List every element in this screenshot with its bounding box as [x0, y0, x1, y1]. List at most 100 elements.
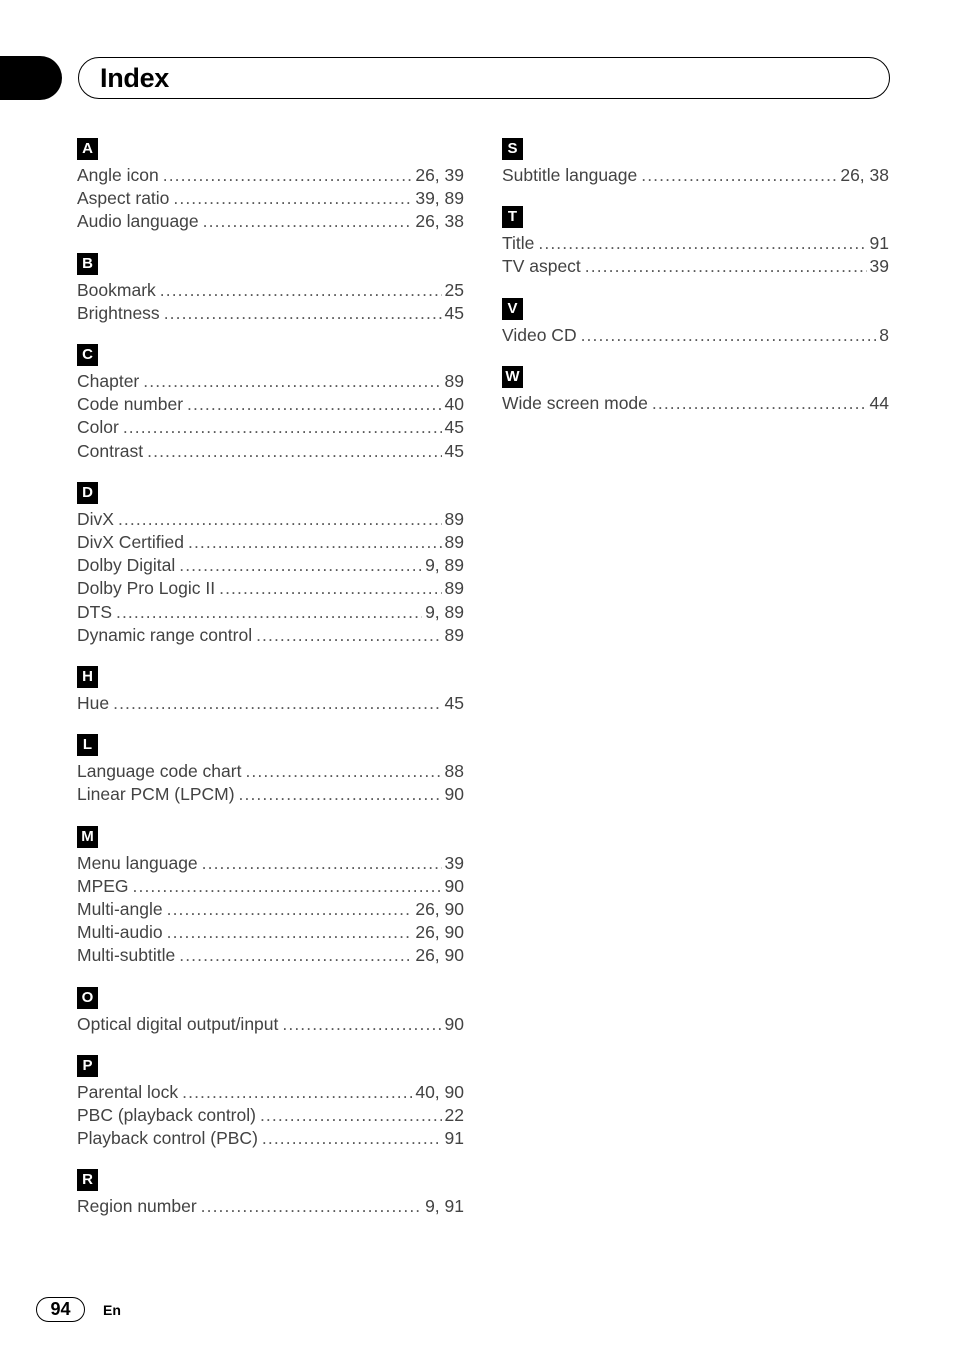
index-entry-page-number: 45: [444, 302, 464, 323]
header-black-tab: [0, 56, 62, 100]
index-section-v: V Video CD 8: [502, 297, 889, 347]
index-entry[interactable]: Multi-angle 26, 90: [77, 898, 464, 921]
index-entry[interactable]: Dolby Digital 9, 89: [77, 554, 464, 577]
dot-leader: [118, 508, 442, 526]
index-entry-label: Dynamic range control: [77, 624, 253, 645]
index-entry[interactable]: MPEG 90: [77, 875, 464, 898]
index-entry[interactable]: Chapter 89: [77, 370, 464, 393]
dot-leader: [167, 921, 413, 939]
index-entry-page-number: 26, 90: [415, 945, 464, 966]
index-section-d: D DivX 89 DivX Certified 89 Dolby Digital 9, 8…: [77, 481, 464, 647]
index-entry[interactable]: Audio language 26, 38: [77, 210, 464, 233]
index-entry-page-number: 89: [444, 508, 464, 529]
dot-leader: [245, 760, 441, 778]
index-entry[interactable]: Dynamic range control 89: [77, 624, 464, 647]
index-entry[interactable]: TV aspect 39: [502, 255, 889, 278]
letter-badge-r: R: [77, 1169, 98, 1192]
page-number: 94: [36, 1297, 85, 1322]
index-entry[interactable]: Menu language 39: [77, 852, 464, 875]
dot-leader: [262, 1127, 442, 1145]
index-entry[interactable]: Parental lock 40, 90: [77, 1081, 464, 1104]
index-entry-page-number: 26, 38: [840, 165, 889, 185]
dot-leader: [164, 302, 442, 320]
index-entry[interactable]: Brightness 45: [77, 302, 464, 325]
index-entry-label: DivX Certified: [77, 532, 184, 553]
index-entry-page-number: 8: [879, 324, 889, 345]
index-entry-label: Hue: [77, 693, 110, 714]
index-entry-page-number: 89: [444, 371, 464, 392]
index-entry[interactable]: DivX 89: [77, 508, 464, 531]
index-entry[interactable]: Title 91: [502, 232, 889, 255]
index-entry-label: Bookmark: [77, 279, 156, 300]
language-code: En: [103, 1301, 121, 1318]
dot-leader: [203, 210, 413, 228]
dot-leader: [652, 392, 867, 410]
index-entry[interactable]: Bookmark 25: [77, 279, 464, 302]
index-entry-page-number: 40, 90: [415, 1081, 464, 1102]
dot-leader: [123, 416, 442, 434]
index-entry[interactable]: Multi-subtitle 26, 90: [77, 944, 464, 967]
index-entry[interactable]: Playback control (PBC) 91: [77, 1127, 464, 1150]
index-entry[interactable]: DivX Certified 89: [77, 531, 464, 554]
letter-badge-b: B: [77, 252, 98, 275]
index-entry[interactable]: Wide screen mode 44: [502, 392, 889, 415]
index-entry[interactable]: Dolby Pro Logic II 89: [77, 577, 464, 600]
index-entry[interactable]: Code number 40: [77, 393, 464, 416]
index-section-t: T Title 91 TV aspect 39: [502, 206, 889, 278]
index-entry-page-number: 89: [444, 532, 464, 553]
index-entry[interactable]: Subtitle language 26, 38: [502, 164, 889, 187]
index-entry-label: Title: [502, 233, 535, 254]
letter-badge-l: L: [77, 734, 98, 757]
index-entry-label: Brightness: [77, 302, 160, 323]
index-entry[interactable]: Color 45: [77, 416, 464, 439]
index-section-c: C Chapter 89 Code number 40 Color 45 Contrast 45: [77, 344, 464, 463]
dot-leader: [182, 1081, 412, 1099]
index-entry-label: Subtitle language: [502, 165, 638, 185]
index-section-o: O Optical digital output/input 90: [77, 986, 464, 1036]
index-entry[interactable]: Contrast 45: [77, 440, 464, 463]
index-entry-page-number: 9, 89: [425, 601, 464, 622]
index-entry-page-number: 45: [444, 693, 464, 714]
index-entry[interactable]: Angle icon 26, 39: [77, 164, 464, 187]
dot-leader: [219, 577, 441, 595]
index-entry-label: DTS: [77, 601, 112, 622]
index-entry[interactable]: Hue 45: [77, 692, 464, 715]
dot-leader: [585, 255, 867, 273]
index-entry-page-number: 45: [444, 417, 464, 438]
header-outline-box: [78, 57, 890, 99]
index-entry-page-number: 39: [869, 256, 889, 277]
dot-leader: [538, 232, 866, 250]
index-section-m: MMenu language39MPEG90Multi-angle26, 90M…: [77, 825, 464, 968]
index-entry-label: TV aspect: [502, 256, 581, 277]
letter-badge-c: C: [77, 344, 98, 367]
index-entry[interactable]: DTS 9, 89: [77, 601, 464, 624]
index-entry[interactable]: Linear PCM (LPCM) 90: [77, 783, 464, 806]
dot-leader: [256, 624, 441, 642]
index-entry[interactable]: Optical digital output/input 90: [77, 1013, 464, 1036]
dot-leader: [641, 164, 837, 182]
letter-badge-o: O: [77, 986, 98, 1009]
index-entry-label: Playback control (PBC): [77, 1128, 258, 1149]
index-entry-label: Code number: [77, 394, 184, 415]
index-entry[interactable]: PBC (playback control) 22: [77, 1104, 464, 1127]
index-entry-page-number: 89: [444, 578, 464, 599]
index-entry-label: Video CD: [502, 324, 577, 345]
index-entry[interactable]: Aspect ratio 39, 89: [77, 187, 464, 210]
index-entry-page-number: 39, 89: [415, 188, 464, 209]
index-entry-label: Aspect ratio: [77, 188, 170, 209]
index-section-l: L Language code chart 88 Linear PCM (LPCM) 9…: [77, 734, 464, 806]
index-entry[interactable]: Video CD 8: [502, 324, 889, 347]
index-entry-label: MPEG: [77, 875, 129, 896]
index-entry[interactable]: Multi-audio 26, 90: [77, 921, 464, 944]
index-entry-label: Multi-audio: [77, 922, 163, 943]
index-entry[interactable]: Region number 9, 91: [77, 1195, 464, 1218]
index-entry-page-number: 91: [444, 1128, 464, 1149]
index-section-s: S Subtitle language 26, 38: [502, 138, 889, 187]
index-entry-page-number: 25: [444, 279, 464, 300]
index-entry[interactable]: Language code chart 88: [77, 760, 464, 783]
index-entry-page-number: 90: [444, 784, 464, 805]
dot-leader: [133, 875, 442, 893]
index-entry-label: Contrast: [77, 440, 144, 461]
index-entry-label: Multi-angle: [77, 899, 163, 920]
index-entry-page-number: 26, 90: [415, 922, 464, 943]
